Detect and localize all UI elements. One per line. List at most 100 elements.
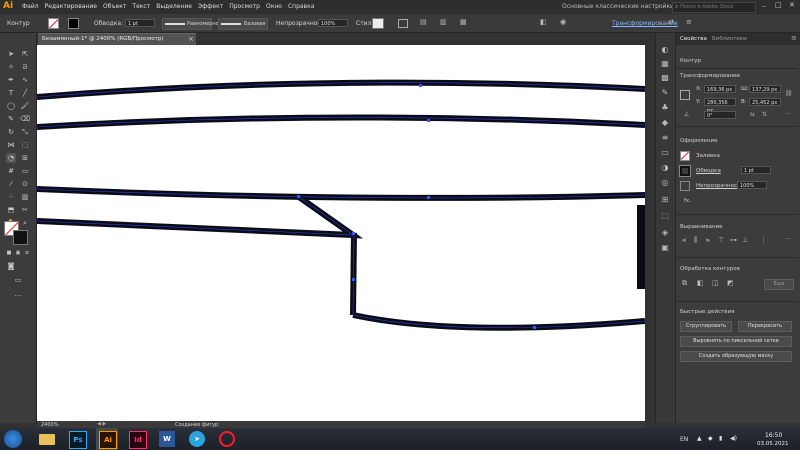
h-field[interactable]: 25,452 px <box>749 98 781 106</box>
intersect-icon[interactable]: ◫ <box>712 279 719 287</box>
blend-tool-icon[interactable]: ⊙ <box>20 179 30 189</box>
none-mode-icon[interactable]: ⧄ <box>22 248 32 258</box>
stroke-swatch[interactable] <box>68 18 79 29</box>
network-icon[interactable]: ▮ <box>719 435 722 442</box>
symbols-icon[interactable]: ♣ <box>660 103 670 113</box>
angle-field[interactable]: 0° <box>704 111 736 119</box>
telegram-icon[interactable]: ➤ <box>186 428 208 450</box>
menu-file[interactable]: Файл <box>22 3 39 10</box>
minimize-icon[interactable]: – <box>762 2 766 10</box>
fx-button[interactable]: fx. <box>684 198 691 204</box>
slice-tool-icon[interactable]: ✂ <box>20 205 30 215</box>
line-tool-icon[interactable]: ╱ <box>20 88 30 98</box>
stroke-swatch-panel[interactable] <box>679 165 691 177</box>
artboard-tool-icon[interactable]: ⬒ <box>6 205 16 215</box>
width-tool-icon[interactable]: ⋈ <box>6 140 16 150</box>
artwork[interactable] <box>37 45 645 421</box>
brush-dropdown[interactable]: Базовая <box>218 18 268 30</box>
stroke-weight-panel[interactable]: 1 pt <box>741 166 771 174</box>
stroke-color-icon[interactable] <box>13 230 28 245</box>
stroke-profile-dropdown[interactable]: Равномерно <box>162 18 219 30</box>
y-field[interactable]: 280,356 px <box>704 98 736 114</box>
distribute-icon-panel[interactable]: ⋮ <box>760 236 767 244</box>
menu-help[interactable]: Справка <box>288 3 314 10</box>
menu-object[interactable]: Объект <box>103 3 126 10</box>
more-options-icon[interactable]: ··· <box>785 111 791 118</box>
tab-libraries[interactable]: Библиотеки <box>712 36 747 42</box>
eyedropper-tool-icon[interactable]: ⁄ <box>6 179 16 189</box>
perspective-grid-tool-icon[interactable]: ⊞ <box>20 153 30 163</box>
isolate-icon[interactable]: ◧ <box>540 18 547 26</box>
stroke-label-panel[interactable]: Обводка <box>696 168 721 174</box>
photoshop-icon[interactable]: Ps <box>66 428 88 450</box>
align-left-icon[interactable]: ⫷ <box>682 236 686 245</box>
align-panel-icon[interactable]: ⊞ <box>660 195 670 205</box>
volume-icon[interactable]: ◀) <box>730 435 737 442</box>
magic-wand-icon[interactable]: ✧ <box>6 62 16 72</box>
selection-tool-icon[interactable]: ➤ <box>6 49 16 59</box>
shape-builder-tool-icon[interactable]: ◔ <box>6 153 16 163</box>
start-button-icon[interactable] <box>4 430 22 448</box>
maximize-icon[interactable]: □ <box>775 1 782 9</box>
mesh-tool-icon[interactable]: # <box>6 166 16 176</box>
screen-mode-icon[interactable]: ▭ <box>13 275 23 285</box>
rotate-tool-icon[interactable]: ↻ <box>6 127 16 137</box>
transform-panel-icon[interactable]: ⬚ <box>660 211 670 221</box>
artboard-nav-icon[interactable]: ◀ ▶ <box>97 421 106 427</box>
transparency-icon[interactable]: ◑ <box>660 163 670 173</box>
align-icon[interactable]: ▥ <box>440 18 447 26</box>
align-bottom-icon[interactable]: ⊥ <box>742 236 748 244</box>
layers-icon[interactable]: ◈ <box>660 228 670 238</box>
align-pixel-grid-button[interactable]: Выровнять по пиксельной сетке <box>680 336 792 347</box>
menu-view[interactable]: Просмотр <box>229 3 260 10</box>
opera-icon[interactable] <box>216 428 238 450</box>
fill-swatch[interactable] <box>48 18 59 29</box>
type-tool-icon[interactable]: T <box>6 88 16 98</box>
free-transform-tool-icon[interactable]: ⬚ <box>20 140 30 150</box>
lasso-tool-icon[interactable]: ᘐ <box>20 62 30 72</box>
constrain-proportions-icon[interactable]: ⛓ <box>785 90 793 97</box>
edit-toolbar-icon[interactable]: ··· <box>13 291 23 301</box>
flip-horizontal-icon[interactable]: ⇆ <box>750 111 755 118</box>
panel-menu-icon[interactable]: ≡ <box>686 18 692 26</box>
pathfinder-more-button[interactable]: Еще <box>764 279 794 290</box>
exclude-icon[interactable]: ◩ <box>727 279 734 287</box>
w-field[interactable]: 137,29 px <box>749 85 781 93</box>
graph-tool-icon[interactable]: ▥ <box>20 192 30 202</box>
menu-effect[interactable]: Эффект <box>198 3 223 10</box>
symbol-sprayer-tool-icon[interactable]: ⁘ <box>6 192 16 202</box>
reference-point-icon[interactable] <box>680 90 690 100</box>
align-vcenter-icon[interactable]: ⊶ <box>730 236 737 244</box>
swatches-icon[interactable]: ▩ <box>660 73 670 83</box>
artboards-icon[interactable]: ▣ <box>660 243 670 253</box>
flip-icon[interactable]: ⇄ <box>668 18 674 26</box>
appearance-icon[interactable]: ◎ <box>660 178 670 188</box>
zoom-tool-icon[interactable]: ⌕ <box>20 218 30 228</box>
menu-edit[interactable]: Редактирование <box>45 3 97 10</box>
fill-swatch-panel[interactable] <box>680 151 690 161</box>
align-right-icon[interactable]: ⫸ <box>706 236 710 245</box>
style-swatch[interactable] <box>372 18 384 29</box>
align-more-icon[interactable]: ··· <box>785 236 791 243</box>
stroke-weight-field[interactable]: 1 pt <box>125 19 155 27</box>
workspace-switcher[interactable]: Основные классические настройки <box>562 3 674 10</box>
opacity-field-panel[interactable]: 100% <box>737 181 767 189</box>
flip-vertical-icon[interactable]: ⇅ <box>762 111 767 118</box>
document-tab[interactable]: Безымянный-1* @ 2400% (RGB/Просмотр) × <box>38 33 196 45</box>
x-field[interactable]: 169,36 px <box>704 85 736 93</box>
menu-select[interactable]: Выделение <box>156 3 192 10</box>
pen-tool-icon[interactable]: ✒ <box>6 75 16 85</box>
stroke-panel-icon[interactable]: ≡ <box>660 133 670 143</box>
indesign-icon[interactable]: Id <box>126 428 148 450</box>
unite-icon[interactable]: ⧉ <box>682 279 687 288</box>
graphic-styles-icon[interactable]: ◆ <box>660 118 670 128</box>
document-tab-close-icon[interactable]: × <box>188 35 194 43</box>
recolor-button[interactable]: Перекрасить <box>738 321 792 332</box>
group-button[interactable]: Сгруппировать <box>680 321 732 332</box>
draw-mode-icon[interactable]: ◙ <box>6 261 16 271</box>
tab-properties[interactable]: Свойства <box>680 36 707 42</box>
ellipse-tool-icon[interactable]: ◯ <box>6 101 16 111</box>
stock-search-input[interactable]: ⌕ Поиск в Adobe Stock <box>672 2 756 13</box>
make-mask-button[interactable]: Создать образующую маску <box>680 351 792 362</box>
scale-tool-icon[interactable]: ⤡ <box>20 127 30 137</box>
